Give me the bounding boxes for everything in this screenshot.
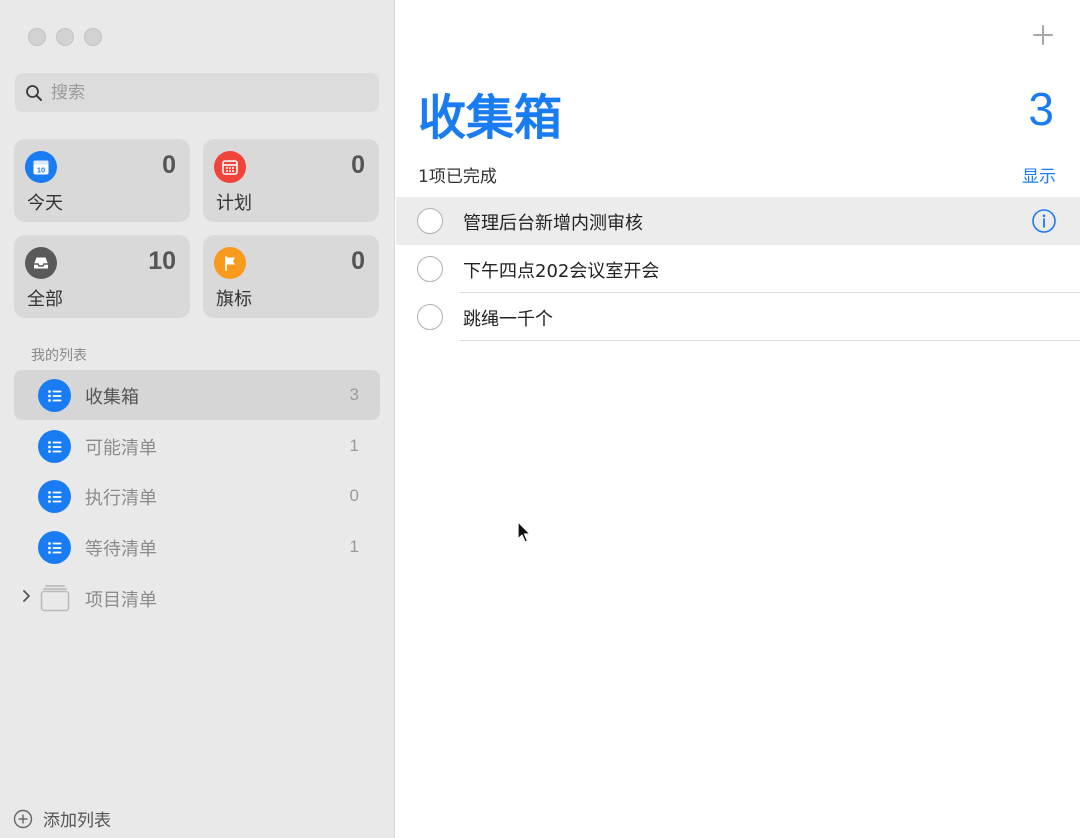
list-item-maybe[interactable]: 可能清单 1	[14, 421, 380, 471]
zoom-window-button[interactable]	[84, 28, 102, 46]
reminder-row[interactable]: 管理后台新增内测审核	[396, 197, 1080, 245]
list-item-waiting[interactable]: 等待清单 1	[14, 522, 380, 572]
reminder-row[interactable]: 下午四点202会议室开会	[396, 245, 1080, 293]
list-count: 3	[1028, 83, 1054, 135]
smart-list-scheduled[interactable]: 0 计划	[203, 139, 379, 222]
list-item-inbox[interactable]: 收集箱 3	[14, 370, 380, 420]
list-item-label: 可能清单	[85, 438, 157, 459]
list-item-count: 3	[349, 385, 359, 404]
list-title: 收集箱	[418, 90, 563, 146]
list-item-count: 0	[349, 486, 359, 505]
list-item-label: 等待清单	[85, 539, 157, 560]
chevron-right-icon[interactable]	[22, 588, 32, 604]
search-input[interactable]	[51, 82, 351, 103]
smart-list-today[interactable]: 10 0 今天	[14, 139, 190, 222]
group-folder-icon	[40, 585, 70, 612]
window-controls	[28, 28, 102, 46]
list-bullet-icon	[38, 531, 71, 564]
row-divider	[460, 340, 1080, 341]
smart-list-label: 旗标	[216, 289, 252, 310]
complete-checkbox[interactable]	[417, 208, 443, 234]
calendar-today-icon: 10	[25, 151, 57, 183]
list-group-projects[interactable]: 项目清单	[14, 573, 380, 623]
list-item-label: 执行清单	[85, 488, 157, 509]
smart-list-count: 0	[351, 247, 365, 275]
reminder-title[interactable]: 管理后台新增内测审核	[463, 209, 643, 235]
sidebar: 10 0 今天 0 计划 10 全部	[0, 0, 395, 838]
my-lists-heading: 我的列表	[31, 348, 87, 364]
smart-list-all[interactable]: 10 全部	[14, 235, 190, 318]
mouse-pointer-icon	[517, 521, 531, 543]
search-bar[interactable]	[15, 73, 379, 112]
info-icon[interactable]	[1031, 208, 1057, 234]
list-item-label: 收集箱	[85, 387, 139, 408]
search-icon	[26, 84, 42, 101]
calendar-scheduled-icon	[214, 151, 246, 183]
plus-circle-icon	[13, 809, 33, 828]
reminder-title[interactable]: 跳绳一千个	[463, 305, 553, 331]
completed-summary: 1项已完成	[418, 167, 497, 187]
reminder-title[interactable]: 下午四点202会议室开会	[463, 257, 659, 283]
close-window-button[interactable]	[28, 28, 46, 46]
list-bullet-icon	[38, 379, 71, 412]
add-list-button[interactable]: 添加列表	[13, 806, 111, 831]
list-group-label: 项目清单	[85, 590, 157, 611]
complete-checkbox[interactable]	[417, 304, 443, 330]
list-bullet-icon	[38, 430, 71, 463]
list-bullet-icon	[38, 480, 71, 513]
show-completed-button[interactable]: 显示	[1022, 162, 1056, 187]
reminder-row[interactable]: 跳绳一千个	[396, 293, 1080, 341]
smart-list-count: 0	[351, 151, 365, 179]
smart-list-flagged[interactable]: 0 旗标	[203, 235, 379, 318]
list-item-count: 1	[349, 436, 359, 455]
smart-list-count: 10	[148, 247, 176, 275]
main-pane: 收集箱 3 1项已完成 显示 管理后台新增内测审核 下午四点202会议室开会 跳…	[396, 0, 1080, 838]
add-list-label: 添加列表	[43, 811, 111, 831]
smart-list-count: 0	[162, 151, 176, 179]
minimize-window-button[interactable]	[56, 28, 74, 46]
flag-icon	[214, 247, 246, 279]
complete-checkbox[interactable]	[417, 256, 443, 282]
list-item-count: 1	[349, 537, 359, 556]
smart-list-label: 计划	[216, 193, 252, 214]
tray-icon	[25, 247, 57, 279]
add-reminder-button[interactable]	[1030, 22, 1056, 48]
list-item-execute[interactable]: 执行清单 0	[14, 471, 380, 521]
smart-list-label: 今天	[27, 193, 63, 214]
smart-list-label: 全部	[27, 289, 63, 310]
svg-text:10: 10	[37, 166, 45, 175]
